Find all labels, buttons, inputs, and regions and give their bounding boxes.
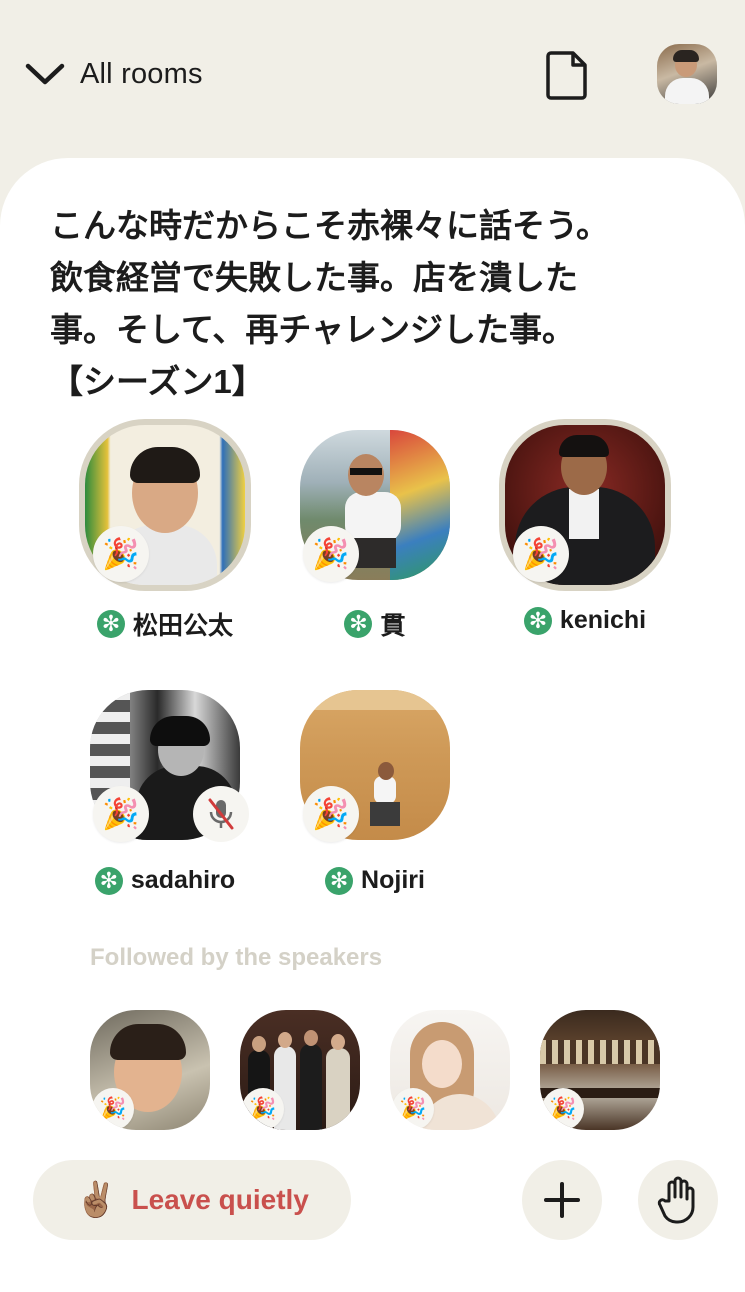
raise-hand-icon xyxy=(657,1176,695,1224)
speaker-tile[interactable]: 🎉 ✻ Nojiri xyxy=(275,690,475,910)
muted-mic-icon xyxy=(193,786,249,842)
room-title: こんな時だからこそ赤裸々に話そう。 飲食経営で失敗した事。店を潰した 事。そして… xyxy=(50,207,610,400)
top-bar: All rooms xyxy=(0,0,745,150)
followed-section-label: Followed by the speakers xyxy=(90,944,383,971)
party-popper-icon: 🎉 xyxy=(242,1088,284,1130)
moderator-icon: ✻ xyxy=(96,610,125,638)
listener-avatar[interactable]: 🎉 xyxy=(390,1010,510,1130)
chevron-down-icon xyxy=(25,63,65,85)
add-button[interactable] xyxy=(522,1160,602,1240)
party-popper-icon: 🎉 xyxy=(92,1088,134,1130)
listener-avatar[interactable]: 🎉 xyxy=(90,1010,210,1130)
all-rooms-button[interactable]: All rooms xyxy=(24,52,203,96)
speaker-name: ✻ Nojiri xyxy=(275,866,475,895)
party-popper-icon: 🎉 xyxy=(392,1088,434,1130)
party-popper-icon: 🎉 xyxy=(93,786,149,842)
speaker-tile[interactable]: 🎉 ✻ kenichi xyxy=(485,419,685,650)
party-popper-icon: 🎉 xyxy=(303,786,359,842)
listener-avatar[interactable]: 🎉 xyxy=(540,1010,660,1130)
peace-hand-icon: ✌🏽 xyxy=(75,1181,118,1219)
speaker-name: ✻ 松田公太 xyxy=(65,606,265,642)
plus-icon xyxy=(544,1182,580,1218)
speaker-name: ✻ sadahiro xyxy=(65,866,265,895)
speaker-tile[interactable]: 🎉 ✻ sadahiro xyxy=(65,690,265,910)
party-popper-icon: 🎉 xyxy=(513,526,569,582)
leave-quietly-label: Leave quietly xyxy=(131,1184,309,1215)
speaker-tile[interactable]: 🎉 ✻ 貫 xyxy=(275,430,475,650)
moderator-icon: ✻ xyxy=(344,610,373,638)
moderator-icon: ✻ xyxy=(523,606,552,635)
moderator-icon: ✻ xyxy=(325,866,354,895)
party-popper-icon: 🎉 xyxy=(93,526,149,582)
party-popper-icon: 🎉 xyxy=(542,1088,584,1130)
profile-avatar[interactable] xyxy=(657,44,717,104)
document-icon[interactable] xyxy=(545,50,589,100)
raise-hand-button[interactable] xyxy=(638,1160,718,1240)
listener-avatar[interactable]: 🎉 xyxy=(240,1010,360,1130)
speaker-name: ✻ kenichi xyxy=(485,606,685,635)
speaker-name: ✻ 貫 xyxy=(275,606,475,642)
all-rooms-label: All rooms xyxy=(80,57,203,90)
leave-quietly-button[interactable]: ✌🏽 Leave quietly xyxy=(33,1160,351,1240)
party-popper-icon: 🎉 xyxy=(303,526,359,582)
speaker-tile[interactable]: 🎉 ✻ 松田公太 xyxy=(65,419,265,650)
moderator-icon: ✻ xyxy=(94,866,123,895)
